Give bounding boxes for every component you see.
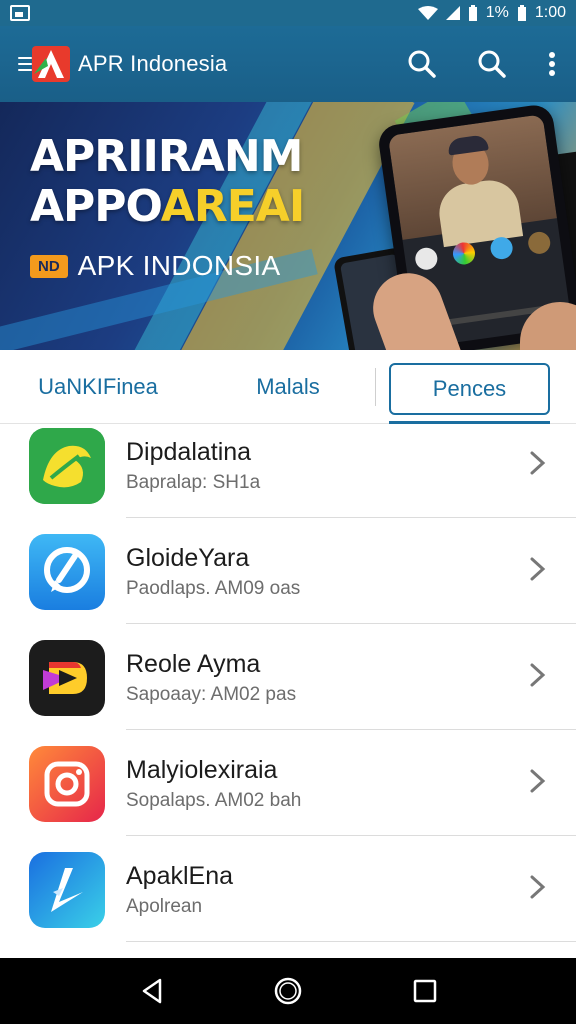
chevron-right-icon [530,875,546,899]
battery-icon-2 [517,5,527,21]
banner-headline-line1: APRIIRANM [30,131,303,182]
camera-icon [29,746,105,822]
app-name: Dipdalatina [126,438,252,466]
search-icon [408,50,436,78]
banner-headline-line2b: AREAI [160,181,305,232]
signal-icon [445,6,460,20]
chevron-right-icon [530,769,546,793]
status-bar: 1% 1:00 [0,0,576,26]
banner-headline-line2a: APPO [30,181,162,232]
tab-divider [375,368,376,406]
list-item[interactable]: Reole Ayma Sapoaay: AM02 pas [0,636,576,742]
more-vert-icon [549,52,555,76]
app-name: Malyiolexiraia [126,756,278,784]
app-logo [32,46,70,82]
app-subtitle: Paodlaps. AM09 oas [126,578,301,599]
chevron-right-icon [530,451,546,475]
app-subtitle: Sapoaay: AM02 pas [126,684,297,705]
banner-subtitle: APK INDONSIA [77,250,281,281]
home-icon[interactable] [273,976,303,1006]
app-name: GloideYara [126,544,250,572]
list-item[interactable]: ApaklEna Apolrean [0,848,576,954]
banner-headline: APRIIRANM APPOAREAI [30,131,305,232]
tab-1[interactable]: UaNKIFinea [0,350,196,424]
leaf-icon [29,428,105,504]
list-item[interactable]: Dipdalatina Bapralap: SH1a [0,424,576,530]
battery-icon [468,5,478,21]
list-item[interactable]: GloideYara Paodlaps. AM09 oas [0,530,576,636]
search-bubble-icon [29,534,105,610]
app-subtitle: Bapralap: SH1a [126,472,261,493]
app-list: Dipdalatina Bapralap: SH1a GloideYara Pa… [0,424,576,958]
app-bar: APR Indonesia [0,26,576,102]
chevron-right-icon [530,557,546,581]
gallery-notification-icon [10,5,30,21]
tab-2[interactable]: Malals [196,350,380,424]
clock: 1:00 [534,4,566,21]
battery-percent: 1% [485,4,509,21]
system-nav-bar [0,958,576,1024]
play-d-icon [29,640,105,716]
app-subtitle: Sopalaps. AM02 bah [126,790,302,811]
app-name: ApaklEna [126,862,234,890]
tab-bar: UaNKIFinea Malals Pences [0,350,576,424]
back-icon[interactable] [138,976,168,1006]
status-indicators: 1% 1:00 [417,4,566,22]
banner-badge: ND [30,254,68,278]
app-title: APR Indonesia [78,51,228,76]
search-button-2[interactable] [472,44,512,84]
search-icon [478,50,506,78]
chevron-right-icon [530,663,546,687]
tab-3-selected[interactable]: Pences [389,363,550,415]
overflow-menu-button[interactable] [542,44,562,84]
app-name: Reole Ayma [126,650,261,678]
app-subtitle: Apolrean [126,896,203,917]
recents-icon[interactable] [410,976,440,1006]
arrow-play-icon [29,852,105,928]
promo-banner[interactable]: APRIIRANM APPOAREAI ND APK INDONSIA [0,102,576,350]
wifi-icon [417,6,438,20]
list-item[interactable]: Malyiolexiraia Sopalaps. AM02 bah [0,742,576,848]
search-button[interactable] [402,44,442,84]
